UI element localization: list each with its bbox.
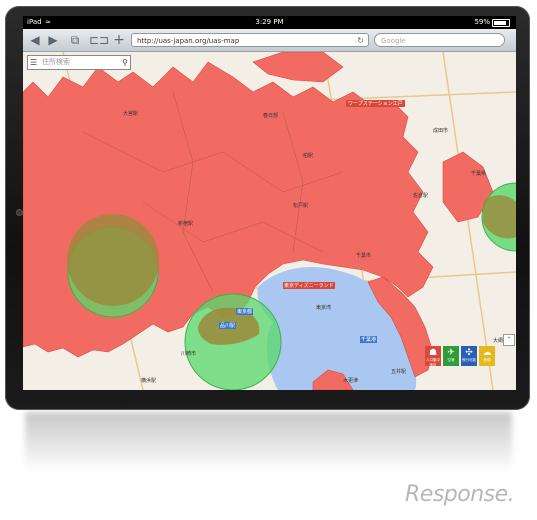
legend-item-dense-area[interactable]: ☗ 人口集中地区 bbox=[425, 346, 441, 367]
tabs-icon[interactable]: ⧉ bbox=[67, 32, 83, 48]
map-label: 佐倉駅 bbox=[413, 193, 429, 199]
map-label: 春日部 bbox=[263, 113, 279, 119]
legend-label: 空港 bbox=[447, 358, 455, 362]
address-search-input[interactable]: ☰ 住所検索 ⚲ bbox=[27, 55, 131, 70]
map-label: 柏駅 bbox=[303, 153, 314, 159]
legend-item-flight-ok[interactable]: ✣ 飛行可能 bbox=[461, 346, 477, 366]
url-field[interactable]: http://uas-japan.org/uas-map ↻ bbox=[131, 33, 369, 47]
map-label: 木更津 bbox=[343, 378, 359, 384]
battery-icon bbox=[492, 19, 510, 27]
people-icon: ☗ bbox=[428, 348, 438, 358]
search-input[interactable]: Google bbox=[374, 33, 505, 47]
overlap-zone-west bbox=[67, 214, 159, 306]
map-label: ワープステーション江戸 bbox=[346, 100, 405, 107]
safari-toolbar: ◀ ▶ ⧉ ⊏⊐ + http://uas-japan.org/uas-map … bbox=[23, 29, 516, 52]
url-text: http://uas-japan.org/uas-map bbox=[137, 37, 240, 45]
map-label: 品川駅 bbox=[219, 322, 237, 329]
map-label: 千葉市 bbox=[356, 253, 372, 259]
legend-item-airport[interactable]: ✈ 空港 bbox=[443, 346, 459, 366]
legend-label: 飛行可能 bbox=[462, 358, 476, 362]
search-icon[interactable]: ⚲ bbox=[122, 56, 128, 69]
map-label: 千葉港 bbox=[360, 336, 378, 343]
map-label: 五井駅 bbox=[391, 369, 407, 375]
status-time: 3:29 PM bbox=[255, 18, 284, 26]
reload-icon[interactable]: ↻ bbox=[357, 34, 364, 48]
forward-arrow-icon[interactable]: ▶ bbox=[45, 32, 61, 48]
cloud-icon: ☁ bbox=[482, 348, 492, 358]
ipad-screen: iPad ≈ 3:29 PM 59% ◀ ▶ ⧉ ⊏⊐ + http://uas… bbox=[23, 16, 516, 390]
map-label: 新宿駅 bbox=[178, 221, 194, 227]
legend-item-danger[interactable]: ☁ 危険 bbox=[479, 346, 495, 366]
device-reflection bbox=[25, 412, 512, 472]
uas-map[interactable]: ☰ 住所検索 ⚲ ワープステーション江戸 成田市 千葉県 東京都 千葉市 川崎市… bbox=[23, 51, 516, 390]
airplane-icon: ✈ bbox=[447, 348, 455, 358]
map-label: 東京ディズニーランド bbox=[283, 282, 335, 289]
plus-icon[interactable]: + bbox=[111, 32, 127, 48]
legend-label: 危険 bbox=[483, 358, 491, 362]
battery-percent: 59% bbox=[474, 18, 490, 26]
status-bar: iPad ≈ 3:29 PM 59% bbox=[23, 16, 516, 29]
legend-collapse-button[interactable]: ⌃ bbox=[503, 334, 515, 346]
map-label: 川崎市 bbox=[181, 351, 197, 357]
address-placeholder: 住所検索 bbox=[42, 58, 70, 66]
legend-label: 人口集中地区 bbox=[426, 358, 440, 367]
map-label: 成田市 bbox=[433, 128, 449, 134]
map-label: 千葉県 bbox=[471, 171, 487, 177]
back-arrow-icon[interactable]: ◀ bbox=[27, 32, 43, 48]
search-placeholder: Google bbox=[381, 37, 406, 45]
map-label: 松戸駅 bbox=[293, 203, 309, 209]
map-label: 横浜駅 bbox=[141, 378, 157, 384]
map-label: 東京都 bbox=[236, 308, 254, 315]
map-canvas[interactable] bbox=[23, 51, 516, 390]
map-label: 大宮駅 bbox=[123, 111, 139, 117]
menu-icon[interactable]: ☰ bbox=[30, 56, 37, 69]
response-watermark: Response. bbox=[405, 482, 515, 507]
drone-icon: ✣ bbox=[465, 348, 473, 358]
book-icon[interactable]: ⊏⊐ bbox=[89, 32, 109, 48]
map-label: 東京湾 bbox=[316, 305, 332, 311]
camera-icon bbox=[16, 209, 23, 216]
